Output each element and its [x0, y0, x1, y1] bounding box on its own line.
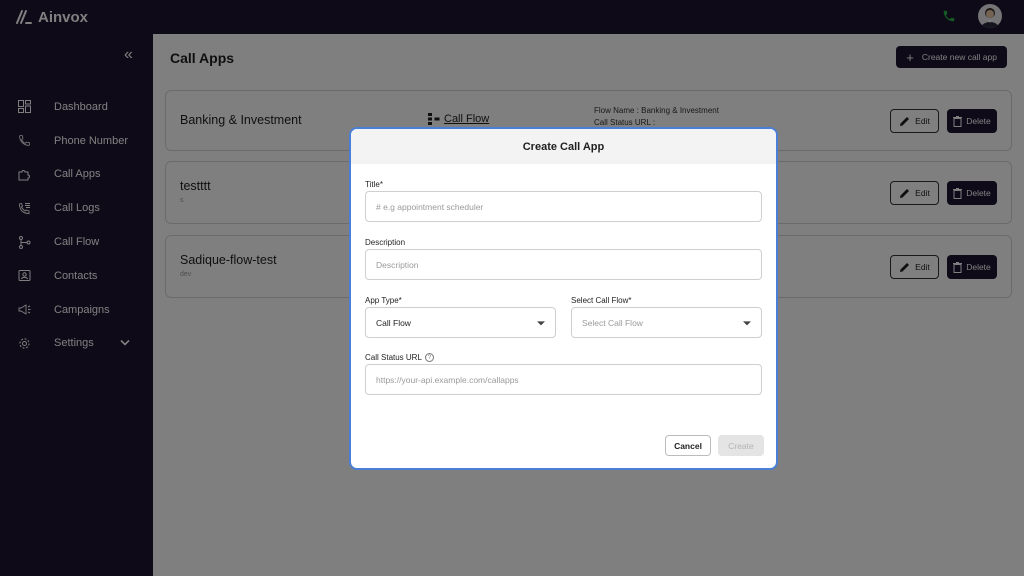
- dialog-title: Create Call App: [351, 129, 776, 164]
- status-url-label: Call Status URL ?: [365, 353, 434, 362]
- description-placeholder: Description: [376, 259, 419, 270]
- status-url-input[interactable]: https://your-api.example.com/callapps: [365, 364, 762, 395]
- create-call-app-dialog: Create Call App Title* # e.g appointment…: [349, 127, 778, 470]
- caret-down-icon: [537, 320, 545, 325]
- create-label: Create: [728, 440, 754, 451]
- call-flow-label-text: Select Call Flow*: [571, 296, 632, 305]
- description-input[interactable]: Description: [365, 249, 762, 280]
- call-flow-label: Select Call Flow*: [571, 296, 631, 305]
- call-flow-placeholder: Select Call Flow: [582, 317, 643, 328]
- title-input[interactable]: # e.g appointment scheduler: [365, 191, 762, 222]
- call-flow-select[interactable]: Select Call Flow: [571, 307, 762, 338]
- description-label: Description: [365, 238, 405, 247]
- app-type-value: Call Flow: [376, 317, 411, 328]
- title-placeholder: # e.g appointment scheduler: [376, 201, 484, 212]
- app-type-label-text: App Type*: [365, 296, 402, 305]
- cancel-label: Cancel: [674, 440, 702, 451]
- app-type-select[interactable]: Call Flow: [365, 307, 556, 338]
- description-label-text: Description: [365, 238, 406, 247]
- status-url-label-text: Call Status URL: [365, 353, 422, 362]
- create-button[interactable]: Create: [718, 435, 764, 456]
- title-label-text: Title*: [365, 180, 383, 189]
- app-type-label: App Type*: [365, 296, 402, 305]
- cancel-button[interactable]: Cancel: [665, 435, 711, 456]
- status-url-placeholder: https://your-api.example.com/callapps: [376, 374, 519, 385]
- caret-down-icon: [743, 320, 751, 325]
- help-icon[interactable]: ?: [424, 353, 434, 362]
- title-label: Title*: [365, 180, 383, 189]
